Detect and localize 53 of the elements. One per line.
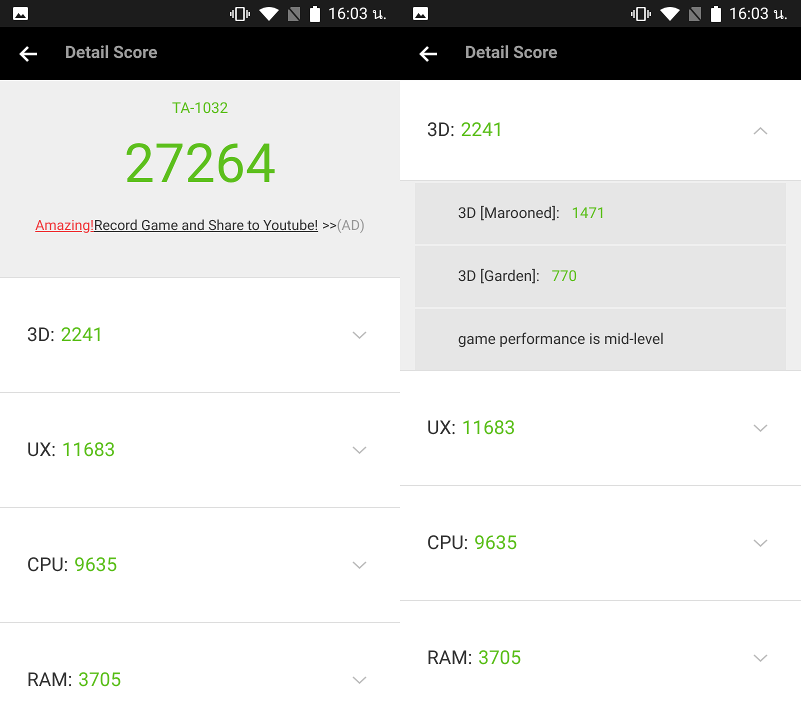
section-label: CPU: [427, 530, 468, 556]
section-score: 9635 [74, 552, 117, 578]
section-label: RAM: [27, 666, 72, 693]
battery-icon [310, 6, 320, 22]
performance-note: game performance is mid-level [458, 329, 664, 350]
section-score: 2241 [460, 116, 504, 143]
chevron-down-icon [753, 538, 768, 548]
chevron-down-icon [352, 560, 367, 570]
battery-icon [710, 6, 721, 22]
device-model: TA-1032 [172, 98, 228, 119]
screen-title: Detail Score [65, 42, 158, 65]
section-score: 3705 [78, 666, 122, 693]
status-time: 16:03 น. [328, 2, 387, 24]
chevron-down-icon [753, 654, 768, 662]
section-label: CPU: [27, 552, 68, 578]
back-arrow-icon [18, 44, 38, 62]
screen-title: Detail Score [465, 42, 558, 65]
section-label: UX: [27, 436, 56, 463]
detail-label: 3D [Garden]: [458, 266, 540, 288]
section-label: 3D: [27, 322, 55, 348]
ad-link[interactable]: Record Game and Share to Youtube! [94, 216, 318, 236]
no-sim-icon [288, 6, 300, 20]
ad-tag: (AD) [336, 216, 365, 236]
score-section-row[interactable]: UX: 11683 [400, 371, 801, 486]
no-sim-icon [688, 6, 701, 20]
vibrate-icon [630, 6, 651, 20]
section-score: 9635 [474, 530, 517, 556]
section-score: 2241 [60, 322, 104, 348]
section-score: 11683 [462, 414, 516, 441]
detail-label: 3D [Marooned]: [458, 203, 560, 224]
score-section-row[interactable]: RAM: 3705 [400, 601, 801, 712]
image-icon [13, 7, 28, 20]
chevron-down-icon [352, 676, 367, 684]
vibrate-icon [230, 6, 250, 20]
section-label: RAM: [427, 644, 472, 671]
section-label: 3D: [427, 116, 455, 143]
detail-score: 1471 [572, 203, 606, 224]
chevron-up-icon [753, 126, 768, 134]
score-section-row[interactable]: CPU: 9635 [400, 486, 801, 601]
ad-arrows: >> [322, 216, 337, 236]
section-score: 3705 [478, 644, 522, 671]
image-icon [413, 7, 428, 20]
chevron-down-icon [352, 446, 367, 454]
status-time: 16:03 น. [728, 2, 788, 24]
wifi-icon [258, 6, 279, 20]
total-score: 27264 [124, 134, 276, 196]
section-label: UX: [427, 414, 456, 441]
detail-score: 770 [552, 266, 577, 288]
chevron-down-icon [753, 424, 768, 432]
wifi-icon [660, 6, 680, 20]
back-arrow-icon [418, 44, 438, 62]
section-score: 11683 [62, 436, 116, 463]
chevron-down-icon [352, 330, 367, 340]
